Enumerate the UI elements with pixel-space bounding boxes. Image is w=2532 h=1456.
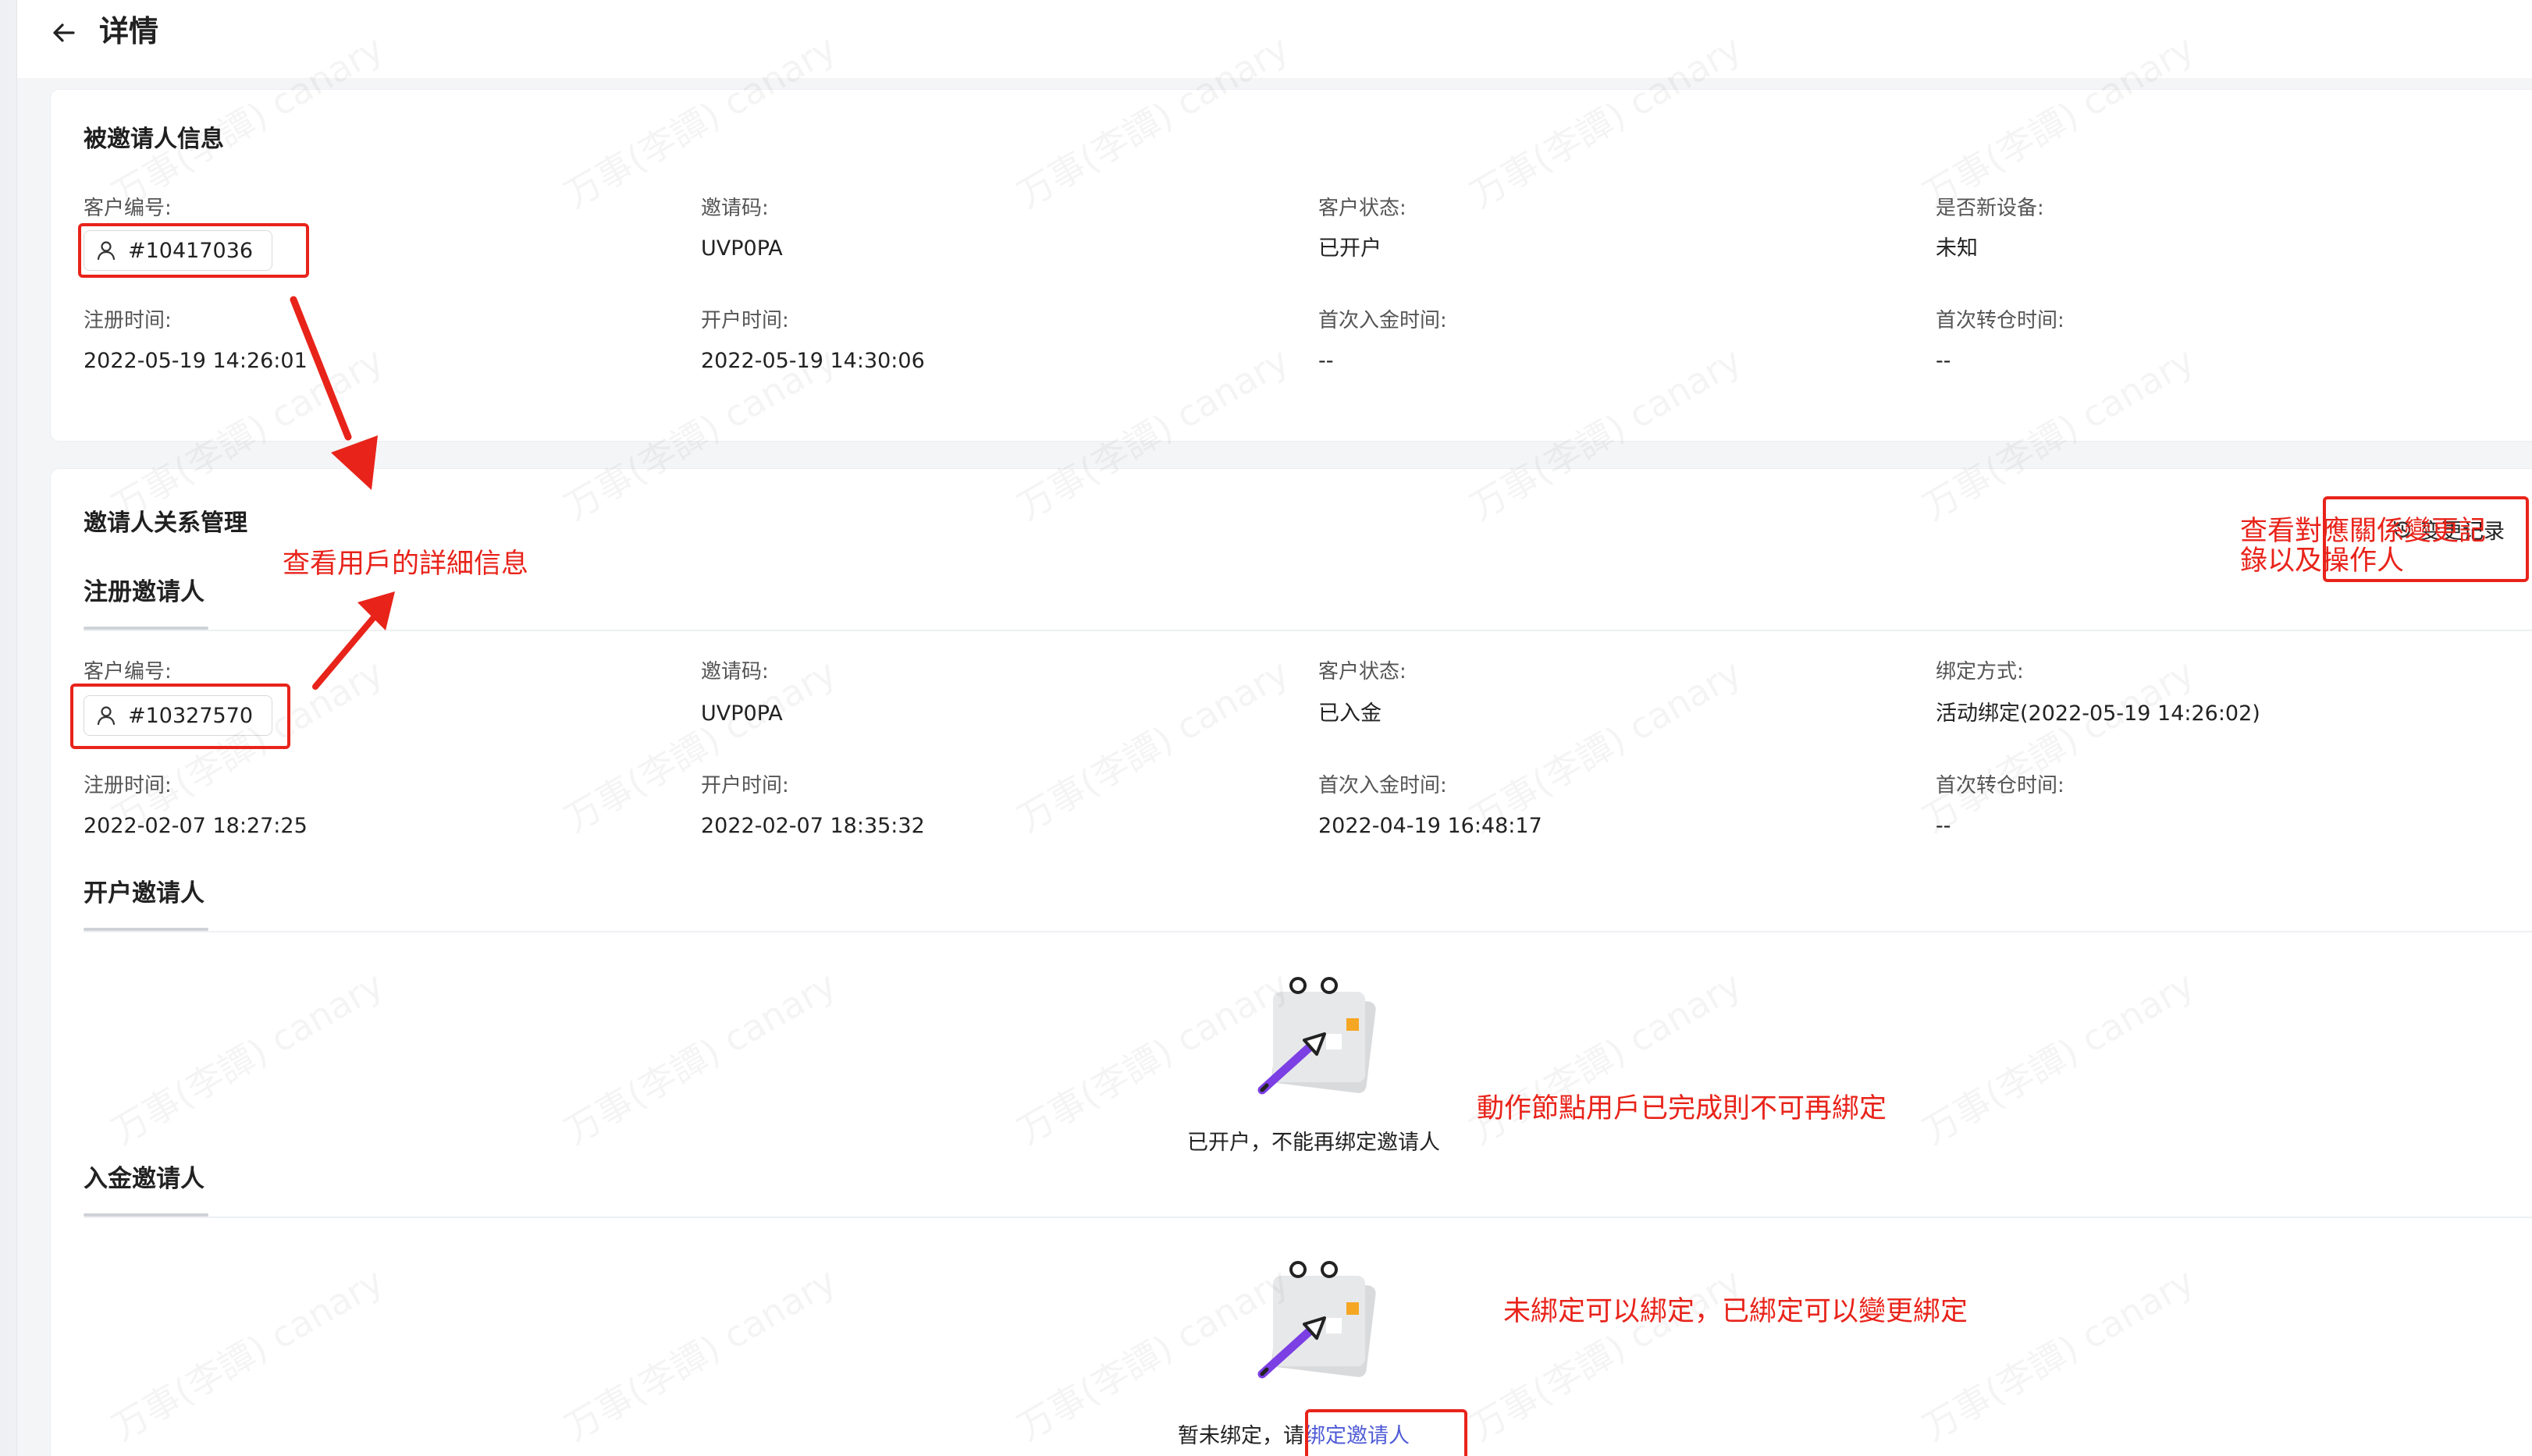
annotation-view-history-line2: 錄以及操作人 — [2240, 545, 2405, 577]
annotation-view-history-line1: 查看對應關係變更記 — [2240, 516, 2487, 547]
annotation-arrows — [290, 296, 395, 690]
annotation-cannot-bind: 動作節點用戶已完成則不可再綁定 — [1477, 1093, 1887, 1124]
annotation-bind-note: 未綁定可以綁定，已綁定可以變更綁定 — [1503, 1296, 1968, 1327]
annotation-view-user-detail: 查看用戶的詳細信息 — [283, 549, 529, 580]
